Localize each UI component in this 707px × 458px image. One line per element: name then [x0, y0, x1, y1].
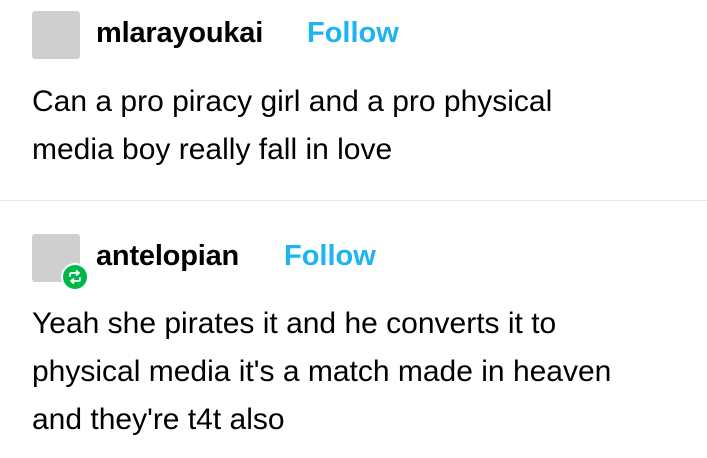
avatar[interactable]: [32, 11, 80, 59]
post-body: Yeah she pirates it and he converts it t…: [32, 300, 692, 444]
post-body-line: Can a pro piracy girl and a pro physical: [32, 85, 553, 118]
post-body-line: media boy really fall in love: [32, 133, 393, 166]
post-body: Can a pro piracy girl and a pro physical…: [32, 78, 692, 174]
post-body-line: and they're t4t also: [32, 403, 285, 436]
username[interactable]: antelopian: [96, 239, 239, 273]
follow-button[interactable]: Follow: [284, 239, 376, 273]
post-divider: [0, 200, 707, 201]
reblog-icon: [61, 263, 89, 291]
post-mlarayoukai: mlarayoukai Follow Can a pro piracy girl…: [0, 0, 707, 201]
username[interactable]: mlarayoukai: [96, 16, 263, 50]
post-antelopian: antelopian Follow Yeah she pirates it an…: [0, 202, 707, 458]
follow-button[interactable]: Follow: [307, 16, 399, 50]
post-body-line: physical media it's a match made in heav…: [32, 355, 612, 388]
post-body-line: Yeah she pirates it and he converts it t…: [32, 307, 557, 340]
reblog-arrows-icon: [69, 270, 81, 284]
